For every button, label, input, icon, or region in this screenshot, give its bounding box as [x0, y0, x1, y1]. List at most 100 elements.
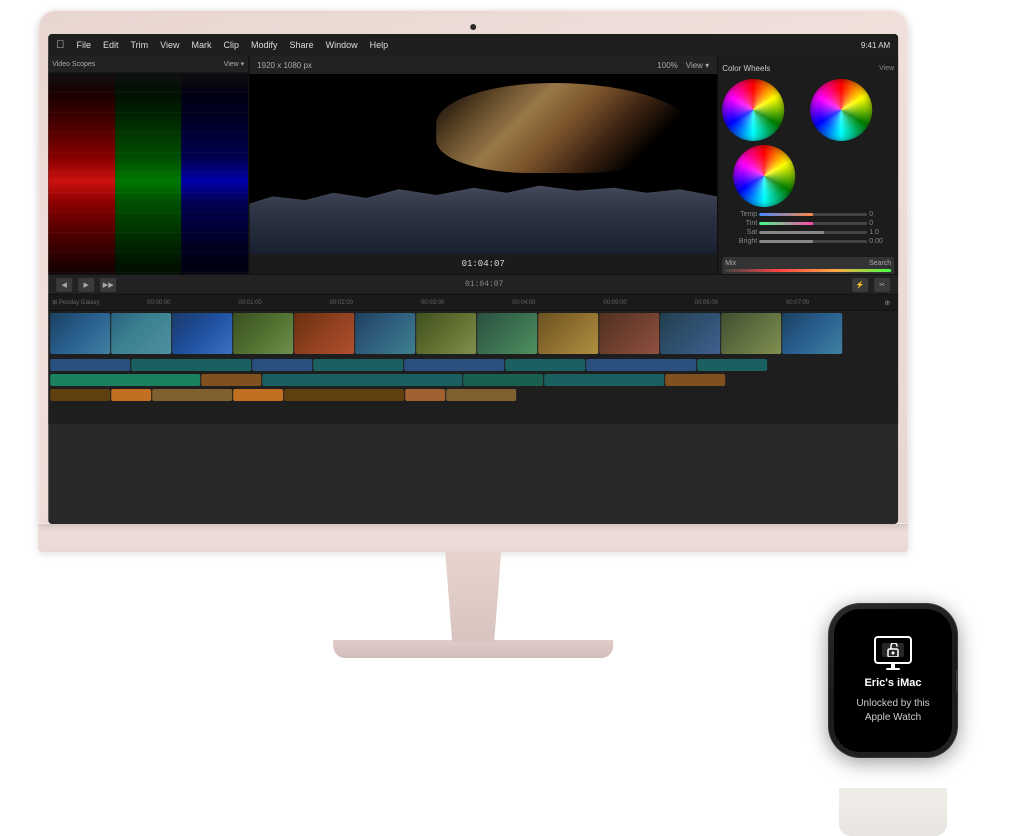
menu-edit[interactable]: Edit — [103, 40, 119, 50]
filmstrip-thumb-6 — [355, 313, 415, 354]
color-panel-header: Color Wheels View — [722, 60, 894, 76]
mix-fill — [725, 269, 891, 272]
temperature-track[interactable] — [759, 213, 867, 216]
clip-16[interactable] — [111, 389, 151, 401]
clip-15[interactable] — [50, 389, 110, 401]
clip-5[interactable] — [404, 359, 504, 371]
menu-file[interactable]: File — [76, 40, 91, 50]
clip-13[interactable] — [544, 374, 664, 386]
clip-1[interactable] — [50, 359, 130, 371]
imac-stand-base — [333, 640, 613, 658]
preview-bar: 01:04:07 — [249, 254, 717, 274]
watch-device-name: Eric's iMac — [864, 676, 921, 690]
watch-unlock-line2: Unlocked by this — [856, 698, 929, 709]
clip-7[interactable] — [586, 359, 696, 371]
menu-share[interactable]: Share — [290, 40, 314, 50]
menu-view[interactable]: View — [160, 40, 179, 50]
color-wheel-highlights[interactable] — [733, 145, 795, 207]
clip-20[interactable] — [405, 389, 445, 401]
menu-mark[interactable]: Mark — [192, 40, 212, 50]
mix-track[interactable] — [725, 269, 891, 272]
tint-label: Tint — [722, 220, 757, 227]
fcp-main-area: Video Scopes View ▾ — [48, 56, 898, 274]
watch-digital-crown[interactable] — [956, 668, 958, 693]
clip-12[interactable] — [463, 374, 543, 386]
clip-3[interactable] — [252, 359, 312, 371]
timeline-tick-3: 00:02:00 — [297, 300, 386, 306]
filmstrip-row — [48, 311, 898, 356]
menu-trim[interactable]: Trim — [130, 40, 148, 50]
toolbar-back-btn[interactable]: ◀ — [56, 278, 72, 292]
apple-logo-icon:  — [56, 39, 64, 51]
waveform-red-channel — [48, 72, 115, 274]
menu-clip[interactable]: Clip — [224, 40, 240, 50]
clip-11[interactable] — [262, 374, 462, 386]
timeline-tick-4: 00:03:00 — [388, 300, 477, 306]
left-panel-view[interactable]: View ▾ — [224, 60, 245, 68]
tint-slider-row: Tint 0 — [722, 220, 894, 227]
color-wheel-midtones[interactable] — [810, 79, 872, 141]
color-wheels-grid — [722, 79, 894, 207]
clip-14[interactable] — [665, 374, 725, 386]
brightness-track[interactable] — [759, 240, 867, 243]
filmstrip-thumb-11 — [660, 313, 720, 354]
fcp-left-panel: Video Scopes View ▾ — [48, 56, 248, 274]
imac-stand-neck — [403, 552, 543, 642]
padlock-open-icon — [887, 643, 899, 657]
temperature-value: 0 — [869, 211, 894, 218]
monitor-base-icon — [886, 668, 900, 670]
color-view-btn[interactable]: View — [879, 65, 894, 72]
fcp-interface:  File Edit Trim View Mark Clip Modify S… — [48, 34, 898, 524]
tint-track[interactable] — [759, 222, 867, 225]
mix-search[interactable]: Search — [869, 260, 891, 267]
preview-header: 1920 x 1080 px 100% View ▾ — [249, 56, 717, 74]
fcp-timeline: ⊞ Penday Galaxy 00:00:00 00:01:00 00:02:… — [48, 294, 898, 424]
timeline-zoom-btn[interactable]: ⊕ — [884, 299, 890, 307]
saturation-track[interactable] — [759, 231, 867, 234]
timeline-end-controls: ⊕ — [844, 299, 894, 307]
menu-window[interactable]: Window — [326, 40, 358, 50]
clip-17[interactable] — [152, 389, 232, 401]
watch-unlock-line3: Apple Watch — [865, 712, 921, 723]
mix-slider-row — [725, 269, 891, 272]
brightness-label: Bright — [722, 238, 757, 245]
preview-view-btn[interactable]: View ▾ — [686, 61, 709, 70]
imac-screen:  File Edit Trim View Mark Clip Modify S… — [48, 34, 898, 524]
clip-10[interactable] — [201, 374, 261, 386]
filmstrip-thumb-2 — [111, 313, 171, 354]
color-sliders: Temp 0 Tint — [722, 211, 894, 274]
filmstrip-thumb-10 — [599, 313, 659, 354]
monitor-screen-icon — [882, 643, 904, 657]
clip-18[interactable] — [233, 389, 283, 401]
saturation-label: Sat — [722, 229, 757, 236]
clip-6[interactable] — [505, 359, 585, 371]
clip-19[interactable] — [284, 389, 404, 401]
timeline-tick-7: 00:06:00 — [662, 300, 751, 306]
timecode-display: 01:04:07 — [462, 259, 505, 269]
timeline-tick-5: 00:04:00 — [479, 300, 568, 306]
clip-4[interactable] — [313, 359, 403, 371]
menu-modify[interactable]: Modify — [251, 40, 278, 50]
mix-section: Mix Search — [722, 257, 894, 274]
clip-8[interactable] — [697, 359, 767, 371]
watch-screen: Eric's iMac Unlocked by this Apple Watch — [834, 609, 952, 752]
timeline-tick-2: 00:01:00 — [205, 300, 294, 306]
color-panel-title: Color Wheels — [722, 64, 879, 73]
toolbar-blade-btn[interactable]: ✂ — [874, 278, 890, 292]
clip-9[interactable] — [50, 374, 200, 386]
fcp-preview-panel: 1920 x 1080 px 100% View ▾ — [249, 56, 717, 274]
temperature-fill — [759, 213, 813, 216]
tint-fill — [759, 222, 813, 225]
preview-viewport — [249, 74, 717, 254]
clip-2[interactable] — [131, 359, 251, 371]
toolbar-split-btn[interactable]: ⚡ — [852, 278, 868, 292]
toolbar-forward-btn[interactable]: ▶▶ — [100, 278, 116, 292]
color-wheel-shadows[interactable] — [722, 79, 784, 141]
clip-21[interactable] — [446, 389, 516, 401]
toolbar-play-btn[interactable]: ▶ — [78, 278, 94, 292]
timeline-label: ⊞ Penday Galaxy — [52, 299, 112, 306]
mix-label: Mix — [725, 260, 869, 267]
brightness-fill — [759, 240, 813, 243]
menu-help[interactable]: Help — [370, 40, 389, 50]
waveform-green-channel — [115, 72, 182, 274]
